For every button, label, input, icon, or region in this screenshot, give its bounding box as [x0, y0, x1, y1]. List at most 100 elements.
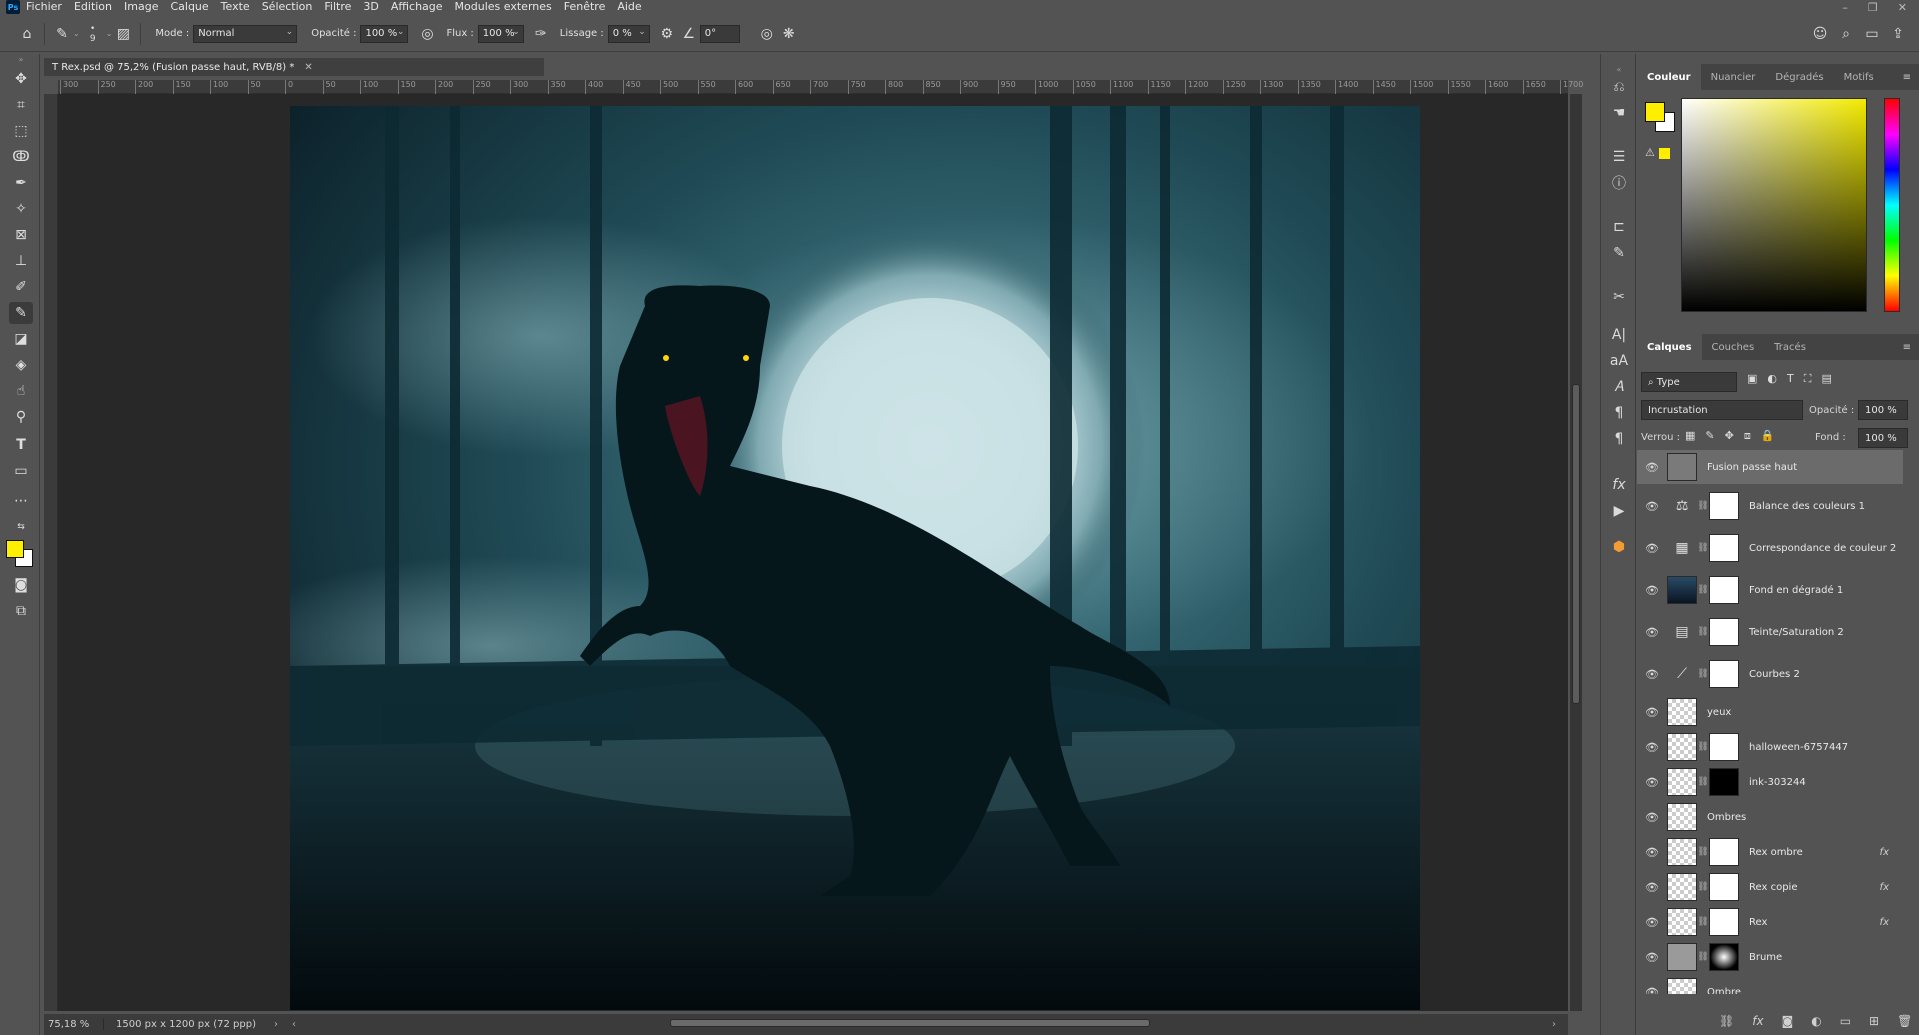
gamut-swatch[interactable] [1659, 148, 1670, 159]
paragraph-styles-icon[interactable]: ¶ [1607, 428, 1631, 450]
new-layer-icon[interactable]: ⊞ [1869, 1014, 1879, 1028]
fill-field[interactable]: 100 % [1858, 428, 1908, 448]
smoothing-field[interactable]: 0 % ⌄ [607, 24, 650, 43]
menu-modules[interactable]: Modules externes [449, 0, 558, 14]
layer-name[interactable]: Correspondance de couleur 2 [1749, 543, 1903, 554]
visibility-eye-icon[interactable]: 👁 [1637, 584, 1667, 597]
crop-tool-icon[interactable]: ⌗ [9, 94, 33, 116]
visibility-eye-icon[interactable]: 👁 [1637, 706, 1667, 719]
layer-row[interactable]: 👁 ⛓ Fond en dégradé 1 [1637, 569, 1903, 611]
layer-row[interactable]: 👁 ⛓ halloween-6757447 [1637, 730, 1903, 764]
pressure-size-icon[interactable]: ◎ [756, 23, 778, 45]
brush-settings-icon[interactable]: ⊏ [1607, 216, 1631, 238]
layer-row[interactable]: 👁 ▦ ⛓ Correspondance de couleur 2 [1637, 527, 1903, 569]
layer-name[interactable]: halloween-6757447 [1749, 742, 1903, 753]
foreground-color-swatch[interactable] [6, 540, 24, 558]
visibility-eye-icon[interactable]: 👁 [1637, 951, 1667, 964]
dropdown-arrow-icon[interactable]: ⌄ [73, 29, 80, 38]
visibility-eye-icon[interactable]: 👁 [1637, 626, 1667, 639]
adjustments-icon[interactable]: ☰ [1607, 146, 1631, 168]
color-field[interactable] [1681, 98, 1867, 312]
layer-name[interactable]: Teinte/Saturation 2 [1749, 627, 1903, 638]
menu-calque[interactable]: Calque [164, 0, 214, 14]
menu-aide[interactable]: Aide [611, 0, 647, 14]
layer-effects-icon[interactable]: fx [1880, 882, 1889, 893]
magic-wand-icon[interactable]: ✧ [9, 198, 33, 220]
layer-name[interactable]: Balance des couleurs 1 [1749, 501, 1903, 512]
menu-affichage[interactable]: Affichage [385, 0, 449, 14]
swap-colors-icon[interactable]: ⇆ [9, 516, 33, 538]
menu-selection[interactable]: Sélection [256, 0, 319, 14]
move-tool-icon[interactable]: ✥ [9, 68, 33, 90]
layer-mask-thumbnail[interactable] [1709, 492, 1739, 520]
tab-motifs[interactable]: Motifs [1834, 64, 1884, 90]
layer-mask-thumbnail[interactable] [1709, 660, 1739, 688]
visibility-eye-icon[interactable]: 👁 [1637, 846, 1667, 859]
gear-icon[interactable]: ⚙ [656, 23, 678, 45]
layer-mask-thumbnail[interactable] [1709, 618, 1739, 646]
tab-calques[interactable]: Calques [1637, 334, 1702, 360]
mask-link-icon[interactable]: ⛓ [1697, 952, 1709, 962]
layer-name[interactable]: Rex ombre [1749, 847, 1880, 858]
layer-row[interactable]: 👁 ⟋ ⛓ Courbes 2 [1637, 653, 1903, 695]
menu-filtre[interactable]: Filtre [318, 0, 357, 14]
zoom-level[interactable]: 75,18 % [44, 1019, 104, 1030]
tab-nuancier[interactable]: Nuancier [1701, 64, 1766, 90]
brush-icon[interactable]: ✎ [1607, 242, 1631, 264]
dropdown-arrow-icon[interactable]: ⌄ [106, 29, 113, 38]
share-icon[interactable]: ☺ [1809, 23, 1831, 45]
add-mask-icon[interactable]: ◙ [1782, 1014, 1794, 1028]
layer-opacity-field[interactable]: 100 % [1858, 400, 1908, 420]
scroll-thumb[interactable] [670, 1019, 1150, 1027]
stamp-tool-icon[interactable]: ⊥ [9, 250, 33, 272]
paragraph-icon[interactable]: ¶ [1607, 402, 1631, 424]
layer-name[interactable]: Courbes 2 [1749, 669, 1903, 680]
menu-fenetre[interactable]: Fenêtre [558, 0, 612, 14]
marquee-tool-icon[interactable]: ⬚ [9, 120, 33, 142]
eraser-tool-icon[interactable]: ◪ [9, 328, 33, 350]
document-tab[interactable]: T Rex.psd @ 75,2% (Fusion passe haut, RV… [44, 58, 544, 76]
lock-all-icon[interactable]: 🔒 [1761, 429, 1775, 443]
layer-mask-thumbnail[interactable] [1709, 768, 1739, 796]
mask-link-icon[interactable]: ⛓ [1697, 917, 1709, 927]
image-filter-icon[interactable]: ▣ [1747, 372, 1757, 386]
layer-name[interactable]: Fusion passe haut [1707, 462, 1903, 473]
rectangle-tool-icon[interactable]: ▭ [9, 460, 33, 482]
angle-field[interactable]: 0° [699, 24, 740, 43]
mask-link-icon[interactable]: ⛓ [1697, 585, 1709, 595]
minimize-icon[interactable]: – [1842, 1, 1848, 14]
new-adjustment-icon[interactable]: ◐ [1811, 1014, 1821, 1028]
panel-menu-icon[interactable]: ≡ [1903, 72, 1919, 83]
type-tool-icon[interactable]: T [9, 434, 33, 456]
tab-couches[interactable]: Couches [1702, 334, 1765, 360]
layer-row[interactable]: 👁 ⛓ Brume [1637, 940, 1903, 974]
airbrush-icon[interactable]: ✑ [530, 23, 552, 45]
layer-name[interactable]: yeux [1707, 707, 1903, 718]
mask-link-icon[interactable]: ⛓ [1697, 669, 1709, 679]
layer-name[interactable]: Brume [1749, 952, 1903, 963]
shape-filter-icon[interactable]: ⛶ [1804, 372, 1812, 386]
hand-icon[interactable]: ☚ [1607, 102, 1631, 124]
menu-edition[interactable]: Edition [68, 0, 118, 14]
glyphs-icon[interactable]: aA [1607, 350, 1631, 372]
visibility-eye-icon[interactable]: 👁 [1637, 500, 1667, 513]
dodge-tool-icon[interactable]: ⚲ [9, 406, 33, 428]
horizontal-scrollbar[interactable] [280, 1018, 1570, 1028]
share-icon[interactable]: ⇪ [1887, 23, 1909, 45]
layer-name[interactable]: Rex copie [1749, 882, 1880, 893]
add-style-icon[interactable]: fx [1752, 1014, 1763, 1028]
layer-name[interactable]: Fond en dégradé 1 [1749, 585, 1903, 596]
mask-link-icon[interactable]: ⛓ [1697, 501, 1709, 511]
smart-filter-icon[interactable]: ▤ [1821, 372, 1831, 386]
pressure-opacity-icon[interactable]: ◎ [416, 23, 438, 45]
layer-effects-icon[interactable]: fx [1880, 847, 1889, 858]
visibility-eye-icon[interactable]: 👁 [1637, 916, 1667, 929]
foreground-color-swatch[interactable] [1645, 102, 1665, 122]
opacity-field[interactable]: 100 % ⌄ [360, 24, 409, 43]
workspace-icon[interactable]: ▭ [1861, 23, 1883, 45]
layer-mask-thumbnail[interactable] [1709, 733, 1739, 761]
visibility-eye-icon[interactable]: 👁 [1637, 461, 1667, 474]
visibility-eye-icon[interactable]: 👁 [1637, 741, 1667, 754]
adjustment-filter-icon[interactable]: ◐ [1767, 372, 1777, 386]
panel-menu-icon[interactable]: ≡ [1903, 342, 1919, 353]
